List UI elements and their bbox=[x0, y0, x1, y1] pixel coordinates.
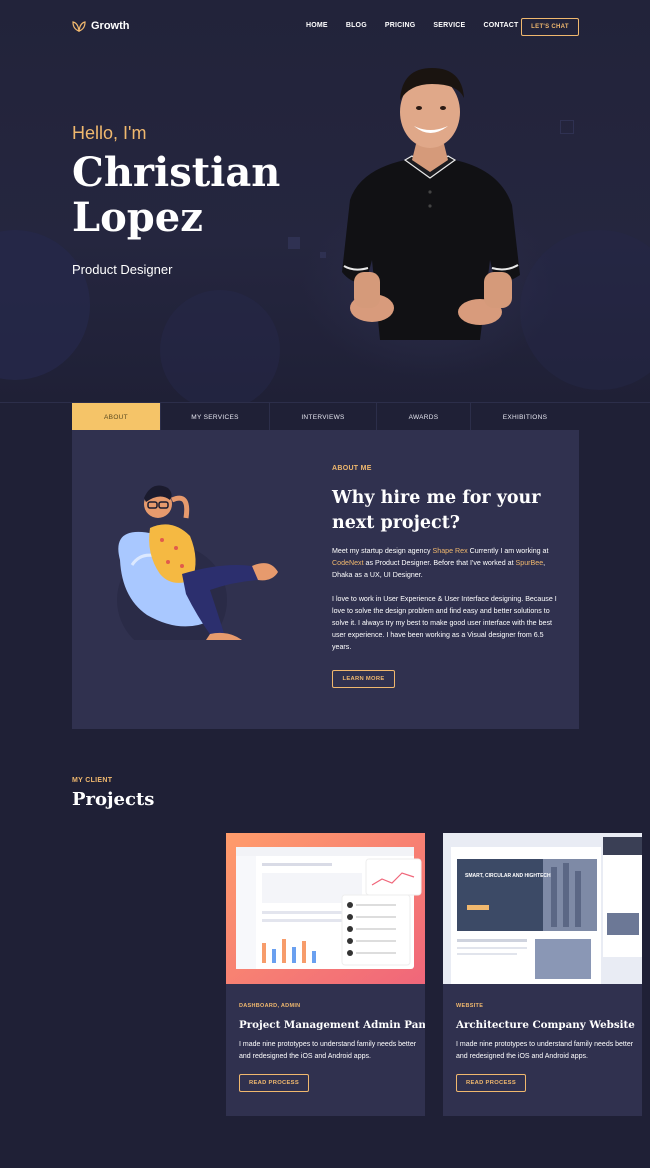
thumb-heading: SMART, CIRCULAR AND HIGHTECH bbox=[465, 873, 551, 879]
about-paragraph-2: I love to work in User Experience & User… bbox=[332, 595, 557, 651]
nav-contact[interactable]: CONTACT bbox=[483, 22, 518, 29]
decorative-circle bbox=[160, 290, 280, 402]
top-navigation: Growth HOME BLOG PRICING SERVICE CONTACT… bbox=[0, 0, 650, 55]
nav-home[interactable]: HOME bbox=[306, 22, 328, 29]
shape-rex-link[interactable]: Shape Rex bbox=[433, 547, 468, 555]
project-title: Project Management Admin Panel bbox=[239, 1019, 425, 1031]
project-tag: DASHBOARD, ADMIN bbox=[239, 1003, 301, 1009]
relaxing-person-illustration bbox=[117, 485, 278, 640]
nav-blog[interactable]: BLOG bbox=[346, 22, 367, 29]
project-card-architecture[interactable]: SMART, CIRCULAR AND HIGHTECH WEBSITE Arc… bbox=[443, 833, 642, 1116]
about-card: ABOUT ME Why hire me for your next proje… bbox=[72, 430, 579, 729]
hero-last-name: Lopez bbox=[72, 194, 203, 241]
text-fragment: as Product Designer. Before that I've wo… bbox=[363, 559, 516, 567]
leaf-logo-icon bbox=[72, 21, 86, 32]
spurbee-link[interactable]: SpurBee bbox=[516, 559, 544, 567]
project-card-admin-panel[interactable]: DASHBOARD, ADMIN Project Management Admi… bbox=[226, 833, 425, 1116]
decorative-circle bbox=[0, 230, 90, 380]
brand-name: Growth bbox=[91, 20, 130, 32]
brand-logo[interactable]: Growth bbox=[72, 20, 130, 32]
project-description: I made nine prototypes to understand fam… bbox=[239, 1041, 417, 1060]
read-process-button[interactable]: READ PROCESS bbox=[456, 1074, 526, 1092]
hero-greeting: Hello, I'm bbox=[72, 123, 147, 143]
about-title: Why hire me for your next project? bbox=[332, 488, 541, 533]
tab-my-services[interactable]: MY SERVICES bbox=[161, 403, 270, 431]
hero-section: Hello, I'm Christian Lopez Product Desig… bbox=[0, 0, 650, 402]
nav-pricing[interactable]: PRICING bbox=[385, 22, 416, 29]
main-menu: HOME BLOG PRICING SERVICE CONTACT bbox=[306, 22, 519, 29]
learn-more-button[interactable]: LEARN MORE bbox=[332, 670, 395, 688]
tab-awards[interactable]: AWARDS bbox=[377, 403, 471, 431]
project-tag: WEBSITE bbox=[456, 1003, 484, 1009]
about-kicker: ABOUT ME bbox=[332, 465, 372, 472]
hero-name: Christian Lopez bbox=[72, 150, 280, 240]
hero-first-name: Christian bbox=[72, 149, 281, 196]
portrait-image bbox=[342, 68, 520, 340]
tab-about[interactable]: ABOUT bbox=[72, 403, 161, 431]
project-description: I made nine prototypes to understand fam… bbox=[456, 1041, 634, 1060]
projects-kicker: MY CLIENT bbox=[72, 777, 113, 784]
architecture-website-thumbnail: SMART, CIRCULAR AND HIGHTECH bbox=[443, 833, 642, 984]
hero-role: Product Designer bbox=[72, 262, 173, 277]
text-fragment: Currently I am working at bbox=[467, 547, 549, 555]
read-process-button[interactable]: READ PROCESS bbox=[239, 1074, 309, 1092]
profile-tabs: ABOUT MY SERVICES INTERVIEWS AWARDS EXHI… bbox=[0, 402, 650, 431]
codenext-link[interactable]: CodeNext bbox=[332, 559, 364, 567]
lets-chat-button[interactable]: LET'S CHAT bbox=[521, 18, 579, 36]
decorative-square bbox=[560, 120, 574, 134]
text-fragment: Meet my startup design agency bbox=[332, 547, 433, 555]
nav-service[interactable]: SERVICE bbox=[433, 22, 465, 29]
decorative-square bbox=[288, 237, 300, 249]
about-paragraph-1: Meet my startup design agency Shape Rex … bbox=[332, 545, 560, 581]
projects-title: Projects bbox=[72, 789, 155, 810]
tab-exhibitions[interactable]: EXHIBITIONS bbox=[471, 403, 579, 431]
project-title: Architecture Company Website bbox=[456, 1019, 635, 1031]
tab-interviews[interactable]: INTERVIEWS bbox=[270, 403, 377, 431]
admin-dashboard-thumbnail bbox=[226, 833, 425, 984]
